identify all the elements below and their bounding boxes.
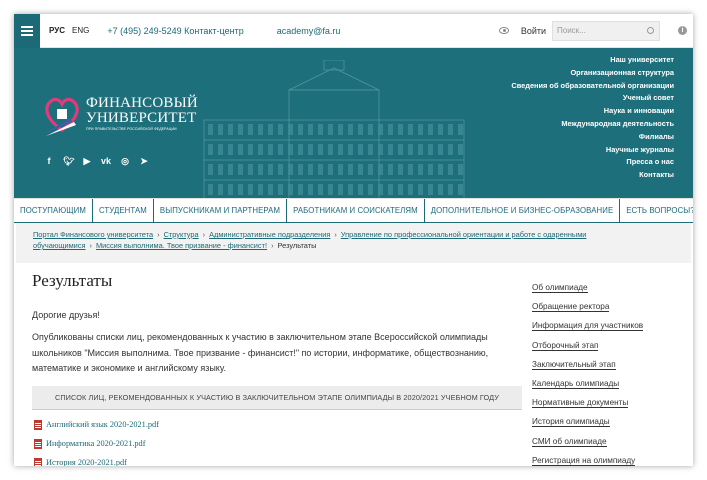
breadcrumb-link[interactable]: Портал Финансового университета [33,230,153,239]
hamburger-menu-button[interactable] [14,14,40,48]
logo-subtitle: ПРИ ПРАВИТЕЛЬСТВЕ РОССИЙСКОЙ ФЕДЕРАЦИИ [86,127,177,131]
info-icon[interactable]: i [678,26,687,35]
sidebar-item-label: Нормативные документы [532,398,629,409]
sidebar-item-label: История олимпиады [532,417,610,428]
breadcrumb-separator-icon: › [334,230,337,239]
sidebar-item[interactable]: Календарь олимпиады [532,377,682,396]
building-illustration [203,60,465,198]
phone-link[interactable]: +7 (495) 249-5249 Контакт-центр [107,26,243,36]
header-link[interactable]: Научные журналы [511,144,674,157]
nav-item[interactable]: РАБОТНИКАМ И СОИСКАТЕЛЯМ [287,199,425,222]
file-download-link[interactable]: Английский язык 2020-2021.pdf [46,420,159,429]
sidebar-item[interactable]: Информация для участников [532,319,682,338]
browser-page: РУС ENG +7 (495) 249-5249 Контакт-центр … [14,14,693,466]
breadcrumb-link[interactable]: Миссия выполнима. Твое призвание - финан… [96,241,267,250]
header-link[interactable]: Ученый совет [511,92,674,105]
nav-item[interactable]: ДОПОЛНИТЕЛЬНОЕ И БИЗНЕС-ОБРАЗОВАНИЕ [425,199,621,222]
sidebar-item[interactable]: Нормативные документы [532,396,682,415]
lang-en-link[interactable]: ENG [72,26,89,35]
sidebar-item-label: Регистрация на олимпиаду [532,455,636,466]
main-nav: ПОСТУПАЮЩИМ СТУДЕНТАМ ВЫПУСКНИКАМ И ПАРТНЕ… [14,198,693,223]
sidebar-item[interactable]: Отборочный этап [532,339,682,358]
sidebar-item[interactable]: Об олимпиаде [532,281,682,300]
sidebar-item-label: Об олимпиаде [532,283,588,293]
university-logo[interactable]: ФИНАНСОВЫЙ УНИВЕРСИТЕТ ПРИ ПРАВИТЕЛЬСТВЕ… [40,92,198,136]
sidebar-item[interactable]: Обращение ректора [532,300,682,319]
search-icon[interactable] [647,26,654,34]
file-download-link[interactable]: История 2020-2021.pdf [46,458,127,466]
facebook-icon[interactable]: f [44,156,54,167]
breadcrumb-current: Результаты [277,241,317,250]
breadcrumb-separator-icon: › [89,241,92,250]
breadcrumb: Портал Финансового университета › Структур… [16,223,691,263]
results-file-list: Английский язык 2020-2021.pdf Информатика… [34,415,174,466]
search-input[interactable]: Поиск... [552,20,660,41]
breadcrumb-link[interactable]: Административные подразделения [209,230,330,239]
lang-ru-link[interactable]: РУС [49,26,65,35]
pdf-file-icon [34,438,42,449]
sidebar-item[interactable]: СМИ об олимпиаде [532,435,682,454]
file-download-link[interactable]: Информатика 2020-2021.pdf [46,439,145,448]
sidebar-item[interactable]: Регистрация на олимпиаду [532,454,682,466]
telegram-icon[interactable]: ➤ [139,156,149,167]
social-links: f 🐦︎ ▶ vk ◎ ➤ [44,156,149,167]
results-list-header: СПИСОК ЛИЦ, РЕКОМЕНДОВАННЫХ К УЧАСТИЮ В … [32,386,522,410]
sidebar-item-label: Заключительный этап [532,359,616,370]
sidebar-item-label: Отборочный этап [532,340,599,351]
vk-icon[interactable]: vk [101,156,111,167]
sidebar-item-label: Календарь олимпиады [532,378,620,389]
header-link[interactable]: Контакты [511,169,674,182]
header-link[interactable]: Организационная структура [511,67,674,80]
pdf-file-icon [34,419,42,430]
file-row: Английский язык 2020-2021.pdf [34,415,174,434]
header-link[interactable]: Пресса о нас [511,156,674,169]
sidebar-item-label: СМИ об олимпиаде [532,436,607,447]
file-row: Информатика 2020-2021.pdf [34,434,174,453]
breadcrumb-link[interactable]: Структура [164,230,199,239]
twitter-icon[interactable]: 🐦︎ [63,156,74,167]
intro-paragraph: Опубликованы списки лиц, рекомендованных… [32,332,489,374]
sidebar-item[interactable]: История олимпиады [532,415,682,434]
sidebar-item-label: Информация для участников [532,321,644,332]
nav-item[interactable]: СТУДЕНТАМ [93,199,154,222]
header-link[interactable]: Наш университет [511,54,674,67]
nav-item[interactable]: ПОСТУПАЮЩИМ [14,199,93,222]
sidebar-menu: Об олимпиаде Обращение ректора Информация … [532,281,682,466]
top-bar: РУС ENG +7 (495) 249-5249 Контакт-центр … [14,14,693,48]
hamburger-icon [21,25,33,36]
header-link[interactable]: Филиалы [511,131,674,144]
header-link[interactable]: Наука и инновации [511,105,674,118]
nav-item[interactable]: ЕСТЬ ВОПРОСЫ? ЗАДАВАЙТЕ! [620,199,693,222]
file-row: История 2020-2021.pdf [34,453,174,466]
nav-item[interactable]: ВЫПУСКНИКАМ И ПАРТНЕРАМ [154,199,288,222]
accessibility-eye-icon[interactable] [498,27,509,34]
header-links: Наш университет Организационная структура… [511,54,674,182]
login-link[interactable]: Войти [521,26,546,36]
instagram-icon[interactable]: ◎ [120,156,130,167]
header-link[interactable]: Международная деятельность [511,118,674,131]
page-title: Результаты [32,271,113,290]
pdf-file-icon [34,457,42,466]
sidebar-item[interactable]: Заключительный этап [532,358,682,377]
email-link[interactable]: academy@fa.ru [277,26,341,36]
breadcrumb-separator-icon: › [202,230,206,239]
breadcrumb-separator-icon: › [271,241,274,250]
greeting-text: Дорогие друзья! [32,310,100,320]
search-placeholder: Поиск... [557,26,586,35]
logo-emblem-icon [44,97,79,136]
breadcrumb-separator-icon: › [157,230,160,239]
logo-title-line1: ФИНАНСОВЫЙ [86,95,198,111]
header-banner: ФИНАНСОВЫЙ УНИВЕРСИТЕТ ПРИ ПРАВИТЕЛЬСТВЕ… [14,48,693,198]
youtube-icon[interactable]: ▶ [82,156,92,167]
header-link[interactable]: Сведения об образовательной организации [511,80,674,93]
sidebar-item-label: Обращение ректора [532,302,610,313]
logo-title-line2: УНИВЕРСИТЕТ [86,110,197,126]
